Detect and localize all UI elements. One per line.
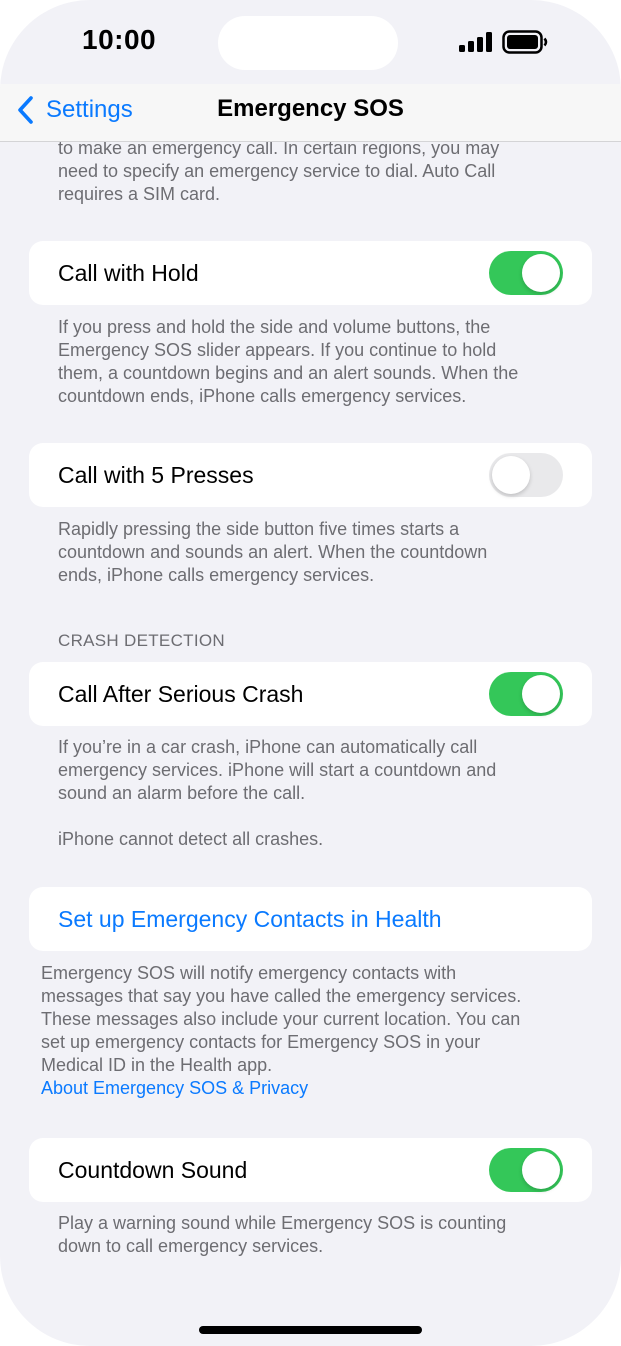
crash-detection-note: iPhone cannot detect all crashes. [58,829,324,849]
call-with-5-presses-footer: Rapidly pressing the side button five ti… [58,518,487,587]
crash-detection-header: CRASH DETECTION [58,631,225,650]
call-with-hold-label: Call with Hold [58,260,199,286]
call-with-hold-footer: If you press and hold the side and volum… [58,316,518,408]
countdown-sound-row: Countdown Sound [29,1138,592,1202]
navigation-bar: Settings Emergency SOS [0,84,621,142]
footer-line: If you’re in a car crash, iPhone can aut… [58,737,478,757]
page-title: Emergency SOS [217,95,404,122]
call-after-serious-crash-row: Call After Serious Crash [29,662,592,726]
call-with-hold-row: Call with Hold [29,241,592,305]
footer-line: Play a warning sound while Emergency SOS… [58,1213,507,1233]
footer-line: countdown and sounds an alert. When the … [58,542,488,562]
status-bar: 10:00 [0,0,621,84]
call-with-5-presses-toggle[interactable] [489,453,563,497]
footer-line: countdown ends, iPhone calls emergency s… [58,386,467,406]
crash-detection-footer: If you’re in a car crash, iPhone can aut… [58,736,496,805]
footer-line: If you press and hold the side and volum… [58,317,491,337]
home-indicator[interactable] [199,1326,422,1334]
footer-line: sound an alarm before the call. [58,783,306,803]
footer-line: Emergency SOS will notify emergency cont… [41,963,457,983]
dynamic-island [218,16,398,70]
privacy-link[interactable]: About Emergency SOS & Privacy [41,1077,521,1100]
footer-line: ends, iPhone calls emergency services. [58,565,375,585]
emergency-contacts-footer: Emergency SOS will notify emergency cont… [41,962,521,1100]
footer-line: These messages also include your current… [41,1009,521,1029]
battery-icon [502,30,548,54]
footer-line: Emergency SOS slider appears. If you con… [58,340,497,360]
toggle-knob [522,675,560,713]
toggle-knob [492,456,530,494]
call-with-5-presses-row: Call with 5 Presses [29,443,592,507]
call-after-serious-crash-label: Call After Serious Crash [58,681,304,707]
footer-line: requires a SIM card. [58,184,221,204]
settings-content[interactable]: to make an emergency call. In certain re… [0,142,621,1346]
signal-icon [459,32,492,52]
call-after-serious-crash-toggle[interactable] [489,672,563,716]
footer-line: Medical ID in the Health app. [41,1055,273,1075]
footer-line: them, a countdown begins and an alert so… [58,363,519,383]
footer-line: need to specify an emergency service to … [58,161,496,181]
footer-line: Rapidly pressing the side button five ti… [58,519,460,539]
footer-line: set up emergency contacts for Emergency … [41,1032,481,1052]
setup-emergency-contacts-link[interactable]: Set up Emergency Contacts in Health [58,905,442,933]
toggle-knob [522,254,560,292]
countdown-sound-footer: Play a warning sound while Emergency SOS… [58,1212,506,1258]
footer-line: messages that say you have called the em… [41,986,522,1006]
auto-call-footer: to make an emergency call. In certain re… [58,142,499,206]
phone-screen: 10:00 Settings Emergency SOS to make an … [0,0,621,1346]
footer-line: to make an emergency call. In certain re… [58,142,500,158]
footer-line: down to call emergency services. [58,1236,324,1256]
call-with-hold-toggle[interactable] [489,251,563,295]
footer-line: emergency services. iPhone will start a … [58,760,497,780]
emergency-contacts-row[interactable]: Set up Emergency Contacts in Health [29,887,592,951]
status-time: 10:00 [82,24,157,55]
countdown-sound-label: Countdown Sound [58,1157,248,1183]
call-with-5-presses-label: Call with 5 Presses [58,462,254,488]
countdown-sound-toggle[interactable] [489,1148,563,1192]
toggle-knob [522,1151,560,1189]
